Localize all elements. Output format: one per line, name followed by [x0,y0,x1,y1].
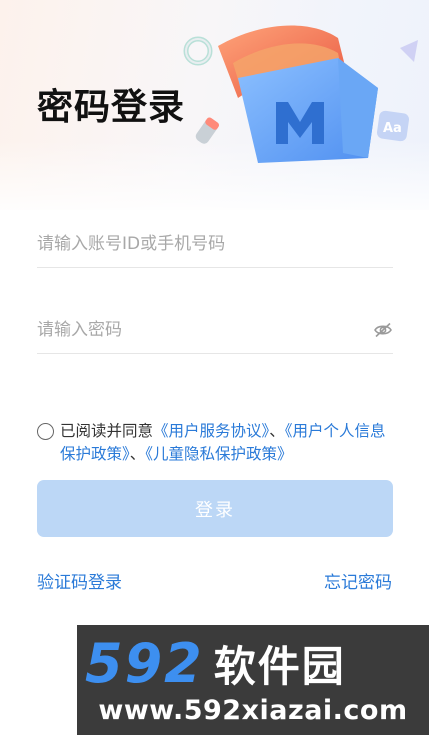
user-agreement-link[interactable]: 《用户服务协议》 [153,422,269,440]
agreement-row: 已阅读并同意《用户服务协议》、《用户个人信息保护政策》、《儿童隐私保护政策》 [37,420,397,466]
password-field[interactable] [37,306,393,354]
agreement-separator: 、 [269,422,285,440]
page-title: 密码登录 [37,87,186,128]
account-field[interactable] [37,220,393,268]
watermark-number: 592 [85,631,204,695]
agreement-text: 已阅读并同意《用户服务协议》、《用户个人信息保护政策》、《儿童隐私保护政策》 [37,420,397,466]
agreement-prefix: 已阅读并同意 [60,422,154,440]
forgot-password-link[interactable]: 忘记密码 [324,568,392,593]
account-input[interactable] [37,220,393,267]
watermark-url: www.592xiazai.com [98,695,408,726]
login-button[interactable]: 登录 [37,480,393,537]
folder-illustration-icon: Aa [183,25,418,163]
watermark-logo: 592 软件园 [77,631,429,695]
agreement-separator: 、 [129,445,146,463]
watermark-brand: 软件园 [213,641,346,691]
agree-radio[interactable] [37,423,54,440]
sms-login-link[interactable]: 验证码登录 [37,568,122,593]
watermark: 592 软件园 www.592xiazai.com [77,625,429,735]
svg-text:Aa: Aa [383,121,402,136]
eye-closed-icon[interactable] [373,320,393,340]
password-input[interactable] [37,306,393,353]
child-policy-link[interactable]: 《儿童隐私保护政策》 [145,445,292,463]
